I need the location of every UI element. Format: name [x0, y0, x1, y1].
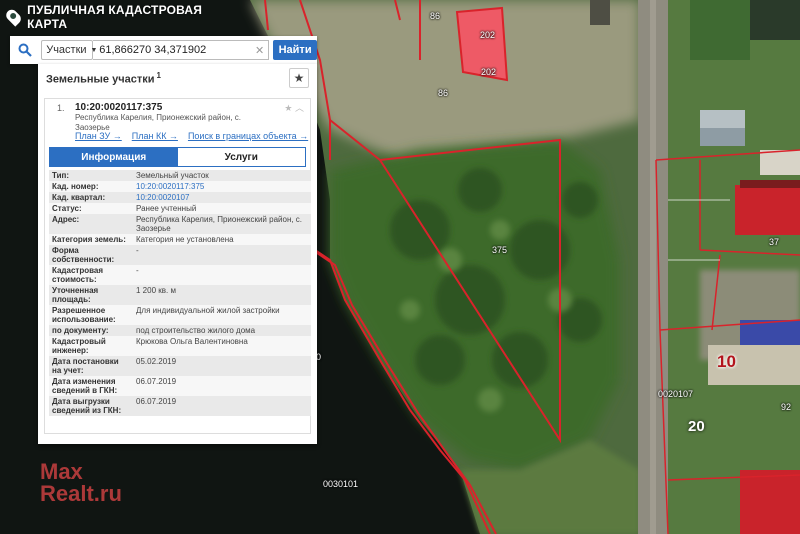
result-index: 1.: [57, 103, 65, 113]
item-actions: ★ ︿: [284, 101, 304, 114]
attribute-value: Республика Карелия, Прионежский район, с…: [136, 215, 303, 233]
attribute-value: 05.02.2019: [136, 357, 177, 366]
map-label-20: 20: [688, 418, 705, 435]
tab-info[interactable]: Информация: [50, 148, 178, 166]
attribute-row: Разрешенное использование: Для индивидуал…: [49, 305, 311, 325]
collapse-chevron-icon[interactable]: ︿: [295, 103, 304, 113]
favorite-star-button[interactable]: ★: [289, 68, 309, 88]
search-icon[interactable]: [10, 36, 39, 64]
attribute-row: Кад. квартал: 10:20:0020107: [49, 192, 311, 203]
attribute-row: Дата выгрузки сведений из ГКН: 06.07.2019: [49, 396, 311, 416]
results-count: 1: [156, 70, 161, 80]
attribute-key: Тип:: [52, 171, 69, 180]
attribute-key: Кадастровый инженер:: [52, 337, 106, 355]
attribute-key: Категория земель:: [52, 235, 126, 244]
attribute-value: под строительство жилого дома: [136, 326, 256, 335]
map-label-quarter-10: 10: [717, 352, 736, 371]
map-label-202: 202: [480, 30, 496, 40]
watermark-line2: Realt.ru: [40, 481, 122, 506]
attribute-row: по документу: под строительство жилого до…: [49, 325, 311, 336]
info-tabs: Информация Услуги: [49, 147, 306, 167]
results-panel: Земельные участки 1 ★ 1. 10:20:0020117:37…: [38, 64, 317, 444]
attribute-key: Кадастровая стоимость:: [52, 266, 104, 284]
results-header: Земельные участки 1 ★: [38, 64, 317, 92]
attribute-value-link[interactable]: 10:20:0020107: [133, 192, 311, 203]
map-label-quarter-0020107: 0020107: [658, 389, 694, 399]
watermark-line1: Max: [40, 459, 83, 484]
attribute-key: Статус:: [52, 204, 82, 213]
app-header: ПУБЛИЧНАЯ КАДАСТРОВАЯ КАРТА: [0, 0, 230, 34]
attribute-key: Форма собственности:: [52, 246, 115, 264]
attribute-value: Категория не установлена: [136, 235, 234, 244]
attribute-row: Дата изменения сведений в ГКН: 06.07.2019: [49, 376, 311, 396]
map-label-37: 37: [769, 237, 780, 247]
attribute-row: Статус: Ранее учтенный: [49, 203, 311, 214]
attribute-value: Для индивидуальной жилой застройки: [136, 306, 280, 315]
result-item: 1. 10:20:0020117:375 Республика Карелия,…: [44, 98, 311, 434]
attribute-row: Дата постановки на учет: 05.02.2019: [49, 356, 311, 376]
map-label-86: 86: [430, 11, 441, 21]
attribute-key: по документу:: [52, 326, 109, 335]
watermark-logo: Max Realt.ru: [40, 461, 122, 505]
search-input-value: 61,866270 34,371902: [99, 44, 207, 56]
attribute-row: Форма собственности: -: [49, 245, 311, 265]
attribute-row: Тип: Земельный участок: [49, 170, 311, 181]
attribute-key: Уточненная площадь:: [52, 286, 99, 304]
attribute-key: Кад. номер:: [52, 182, 99, 191]
attribute-value: 1 200 кв. м: [136, 286, 176, 295]
attribute-key: Разрешенное использование:: [52, 306, 116, 324]
attribute-value: 06.07.2019: [136, 377, 177, 386]
search-type-label: Участки: [46, 44, 87, 56]
attribute-value: Земельный участок: [136, 171, 209, 180]
map-label-202: 202: [481, 67, 497, 77]
attribute-key: Дата выгрузки сведений из ГКН:: [52, 397, 122, 415]
attribute-value: -: [136, 266, 139, 275]
attribute-value-link[interactable]: 10:20:0020117:375: [133, 181, 311, 192]
search-input[interactable]: 61,866270 34,371902 ✕: [93, 40, 270, 60]
attribute-key: Кад. квартал:: [52, 193, 106, 202]
attribute-value: 06.07.2019: [136, 397, 177, 406]
result-item-header[interactable]: 1. 10:20:0020117:375 Республика Карелия,…: [45, 99, 310, 132]
clear-icon[interactable]: ✕: [255, 44, 264, 57]
attribute-key: Дата изменения сведений в ГКН:: [52, 377, 118, 395]
search-panel: Участки ▼ 61,866270 34,371902 ✕ Найти: [10, 36, 317, 64]
attribute-value: Крюкова Ольга Валентиновна: [136, 337, 248, 346]
attribute-row: Адрес: Республика Карелия, Прионежский ра…: [49, 214, 311, 234]
result-cad-number: 10:20:0020117:375: [75, 102, 163, 113]
map-label-375: 375: [492, 245, 508, 255]
map-pin-logo-icon[interactable]: [3, 7, 24, 27]
app-title: ПУБЛИЧНАЯ КАДАСТРОВАЯ КАРТА: [27, 3, 203, 31]
find-button[interactable]: Найти: [273, 40, 317, 60]
attribute-value: Ранее учтенный: [136, 204, 197, 213]
attribute-row: Уточненная площадь: 1 200 кв. м: [49, 285, 311, 305]
attribute-row: Кадастровая стоимость: -: [49, 265, 311, 285]
search-type-select[interactable]: Участки ▼: [41, 40, 97, 60]
results-title: Земельные участки 1: [46, 70, 161, 86]
tab-services[interactable]: Услуги: [177, 148, 305, 166]
attribute-table: Тип: Земельный участок Кад. номер: 10:20:00…: [49, 170, 311, 416]
attribute-key: Адрес:: [52, 215, 80, 224]
attribute-row: Кад. номер: 10:20:0020117:375: [49, 181, 311, 192]
attribute-key: Дата постановки на учет:: [52, 357, 119, 375]
attribute-row: Категория земель: Категория не установлен…: [49, 234, 311, 245]
map-label-86: 86: [438, 88, 449, 98]
map-label-quarter-0030101: 0030101: [323, 479, 359, 489]
map-label-92: 92: [781, 402, 792, 412]
attribute-row: Кадастровый инженер: Крюкова Ольга Валент…: [49, 336, 311, 356]
attribute-value: -: [136, 246, 139, 255]
result-address: Республика Карелия, Прионежский район, с…: [75, 113, 242, 132]
bookmark-star-icon[interactable]: ★: [284, 103, 292, 113]
